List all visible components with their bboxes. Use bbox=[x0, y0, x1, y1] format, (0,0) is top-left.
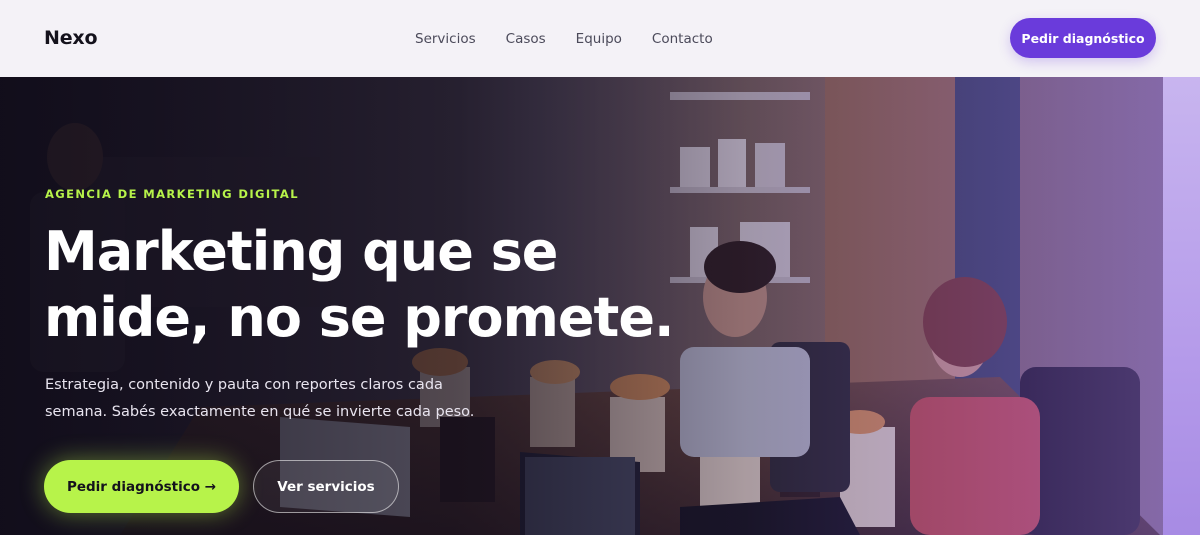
nav-link-servicios[interactable]: Servicios bbox=[415, 31, 476, 47]
nav-link-contacto[interactable]: Contacto bbox=[652, 31, 713, 47]
hero-subtext-line-2: semana. Sabés exactamente en qué se invi… bbox=[45, 404, 475, 420]
hero-subtext: Estrategia, contenido y pauta con report… bbox=[45, 372, 485, 426]
hero-section: AGENCIA DE MARKETING DIGITAL Marketing q… bbox=[0, 77, 1200, 535]
hero-view-services-button[interactable]: Ver servicios bbox=[253, 460, 399, 513]
main-nav: Servicios Casos Equipo Contacto bbox=[415, 31, 743, 47]
nav-link-equipo[interactable]: Equipo bbox=[576, 31, 622, 47]
nav-request-diagnosis-button[interactable]: Pedir diagnóstico bbox=[1010, 18, 1156, 58]
brand-logo[interactable]: Nexo bbox=[44, 27, 97, 49]
hero-subtext-line-1: Estrategia, contenido y pauta con report… bbox=[45, 377, 443, 393]
hero-headline-line-1: Marketing que se bbox=[44, 220, 558, 283]
hero-purple-edge bbox=[1163, 77, 1200, 535]
hero-headline-line-2: mide, no se promete. bbox=[44, 286, 675, 349]
top-navbar: Nexo Servicios Casos Equipo Contacto Ped… bbox=[0, 0, 1200, 77]
nav-link-casos[interactable]: Casos bbox=[506, 31, 546, 47]
hero-eyebrow: AGENCIA DE MARKETING DIGITAL bbox=[45, 187, 299, 201]
hero-request-diagnosis-button[interactable]: Pedir diagnóstico → bbox=[44, 460, 239, 513]
hero-headline: Marketing que se mide, no se promete. bbox=[44, 219, 724, 351]
